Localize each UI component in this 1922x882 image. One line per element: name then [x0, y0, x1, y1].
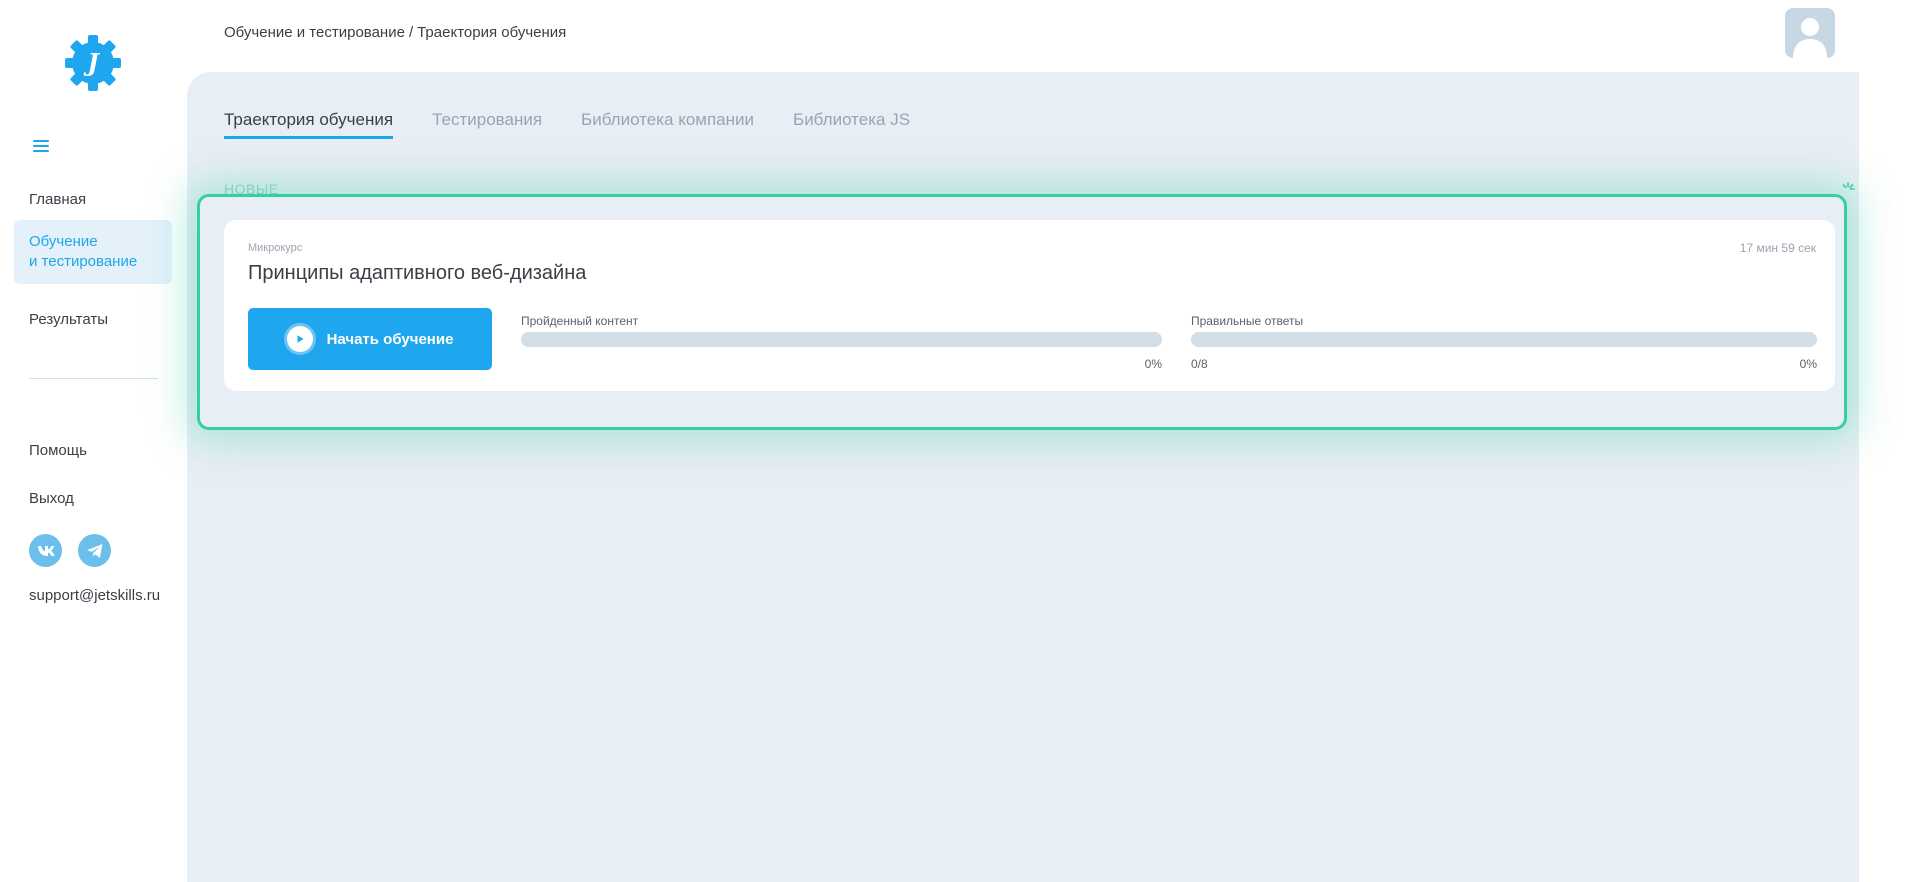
tab-tests[interactable]: Тестирования — [432, 110, 542, 139]
content-progress-label: Пройденный контент — [521, 314, 639, 328]
user-avatar-icon[interactable] — [1785, 8, 1835, 58]
course-title[interactable]: Принципы адаптивного веб-дизайна — [248, 262, 586, 285]
sidebar-item-learning[interactable]: Обучение и тестирование — [14, 220, 172, 284]
sidebar-item-results[interactable]: Результаты — [14, 302, 172, 338]
tab-company-library[interactable]: Библиотека компании — [581, 110, 754, 139]
tab-learning-trajectory[interactable]: Траектория обучения — [224, 110, 394, 139]
play-icon — [286, 326, 313, 352]
loading-spinner-icon — [1841, 182, 1855, 196]
answers-progress-count: 0/8 — [1191, 357, 1208, 371]
sidebar-divider — [29, 378, 158, 379]
sidebar-item-help[interactable]: Помощь — [14, 433, 172, 469]
content-progress: Пройденный контент 0% — [521, 314, 1162, 371]
support-email-link[interactable]: support@jetskills.ru — [29, 587, 160, 604]
breadcrumb-separator: / — [408, 24, 414, 41]
course-card[interactable]: Микрокурс 17 мин 59 сек Принципы адаптив… — [224, 220, 1835, 391]
telegram-icon[interactable] — [78, 534, 111, 567]
course-type: Микрокурс — [248, 242, 303, 254]
sidebar: J Главная Обучение и тестирование Резуль… — [0, 0, 187, 882]
start-learning-label: Начать обучение — [326, 330, 454, 348]
answers-progress-label: Правильные ответы — [1191, 314, 1304, 328]
vk-icon[interactable] — [29, 534, 62, 567]
main-content: Траектория обучения Тестирования Библиот… — [187, 72, 1859, 882]
sidebar-item-logout[interactable]: Выход — [14, 481, 172, 517]
content-progress-percent: 0% — [1144, 357, 1162, 371]
answers-progress: Правильные ответы 0/8 0% — [1191, 314, 1817, 371]
course-duration: 17 мин 59 сек — [1739, 241, 1816, 255]
content-progress-track — [521, 332, 1162, 347]
tabs: Траектория обучения Тестирования Библиот… — [224, 110, 910, 139]
answers-progress-percent: 0% — [1799, 357, 1817, 371]
answers-progress-track — [1191, 332, 1817, 347]
logo-icon[interactable]: J — [63, 33, 123, 93]
breadcrumb: Обучение и тестирование / Траектория обуче… — [224, 24, 566, 41]
breadcrumb-item-learning[interactable]: Обучение и тестирование — [224, 24, 405, 41]
tab-js-library[interactable]: Библиотека JS — [793, 110, 910, 139]
start-learning-button[interactable]: Начать обучение — [248, 308, 492, 370]
hamburger-icon[interactable] — [33, 140, 49, 154]
sidebar-item-home[interactable]: Главная — [14, 182, 172, 218]
breadcrumb-item-current: Траектория обучения — [417, 24, 567, 41]
